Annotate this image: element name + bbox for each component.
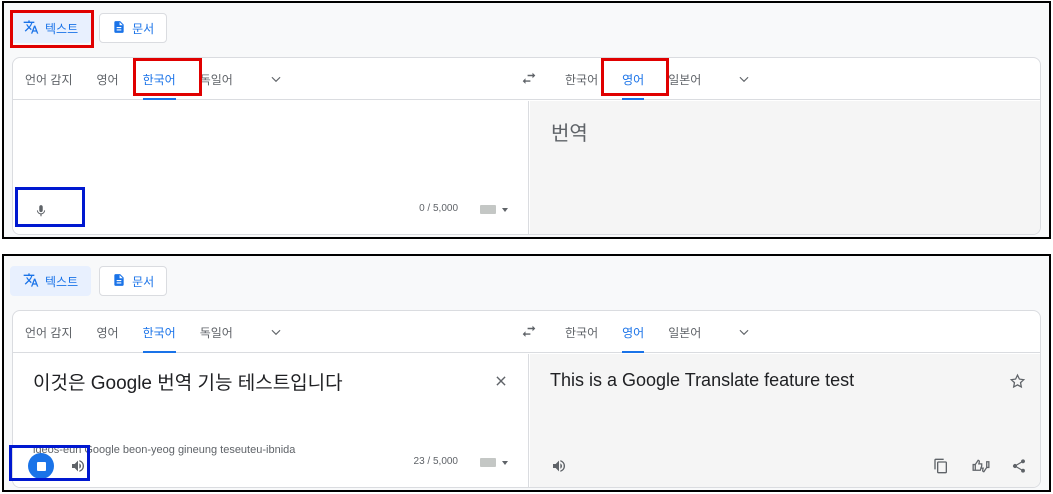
swap-languages-button[interactable] <box>517 322 541 342</box>
source-text-area[interactable]: 0 / 5,000 <box>13 101 529 234</box>
document-mode-button[interactable]: 문서 <box>99 266 168 296</box>
highlight-voice-controls <box>9 445 90 481</box>
document-mode-label: 문서 <box>132 274 155 289</box>
clear-text-button[interactable] <box>486 366 516 396</box>
language-bar: 언어 감지 영어 한국어 독일어 한국어 영어 일본어 <box>13 311 1040 353</box>
source-lang-english[interactable]: 영어 <box>85 58 131 100</box>
source-text[interactable]: 이것은 Google 번역 기능 테스트입니다 <box>33 368 343 395</box>
text-mode-label: 텍스트 <box>45 274 79 289</box>
document-mode-button[interactable]: 문서 <box>99 13 168 43</box>
source-more-languages-button[interactable] <box>261 58 291 100</box>
source-text-area[interactable]: 이것은 Google 번역 기능 테스트입니다 igeos-eun Google… <box>13 354 529 487</box>
highlight-source-korean <box>133 58 202 96</box>
highlight-target-english <box>601 58 669 96</box>
source-lang-korean[interactable]: 한국어 <box>131 311 188 353</box>
swap-icon <box>522 72 536 84</box>
target-lang-korean[interactable]: 한국어 <box>553 311 610 353</box>
save-translation-button[interactable] <box>1002 366 1032 396</box>
input-tools-button[interactable] <box>480 458 508 467</box>
share-translation-button[interactable] <box>1004 451 1034 481</box>
target-more-languages-button[interactable] <box>729 58 759 100</box>
keyboard-icon <box>480 205 496 214</box>
translate-panel-empty: 텍스트 문서 언어 감지 영어 한국어 독일어 한국어 영어 일본어 0 / 5… <box>2 1 1051 239</box>
document-icon <box>112 19 126 38</box>
input-tools-button[interactable] <box>480 205 508 214</box>
chevron-down-icon <box>739 76 749 83</box>
translate-icon <box>23 272 39 291</box>
chevron-down-icon <box>271 329 281 336</box>
copy-icon <box>934 458 947 474</box>
listen-translation-button[interactable] <box>544 451 574 481</box>
swap-languages-button[interactable] <box>517 69 541 89</box>
caret-down-icon <box>502 460 508 465</box>
swap-icon <box>522 325 536 337</box>
caret-down-icon <box>502 207 508 212</box>
translation-text: This is a Google Translate feature test <box>550 370 855 390</box>
source-more-languages-button[interactable] <box>261 311 291 353</box>
chevron-down-icon <box>739 329 749 336</box>
source-lang-german[interactable]: 독일어 <box>188 311 245 353</box>
rate-translation-button[interactable] <box>966 451 996 481</box>
target-lang-english[interactable]: 영어 <box>610 311 656 353</box>
close-icon <box>496 376 506 386</box>
keyboard-icon <box>480 458 496 467</box>
translation-placeholder: 번역 <box>551 123 588 145</box>
thumbs-icon <box>972 459 990 473</box>
translation-output-area: This is a Google Translate feature test <box>530 354 1040 487</box>
document-mode-label: 문서 <box>132 21 155 36</box>
speaker-icon <box>553 460 566 472</box>
translate-card: 언어 감지 영어 한국어 독일어 한국어 영어 일본어 이것은 Google 번… <box>12 310 1041 488</box>
highlight-text-mode <box>10 10 94 48</box>
share-icon <box>1012 459 1025 473</box>
character-count: 23 / 5,000 <box>413 456 458 467</box>
star-icon <box>1009 373 1025 388</box>
translate-panel-filled: 텍스트 문서 언어 감지 영어 한국어 독일어 한국어 영어 일본어 이것은 G… <box>2 254 1051 492</box>
translation-output-area: 번역 <box>530 101 1040 234</box>
source-lang-english[interactable]: 영어 <box>85 311 131 353</box>
target-language-tabs: 한국어 영어 일본어 <box>553 311 759 353</box>
target-more-languages-button[interactable] <box>729 311 759 353</box>
source-lang-detect[interactable]: 언어 감지 <box>13 58 85 100</box>
mode-tabs: 텍스트 문서 <box>10 266 168 296</box>
chevron-down-icon <box>271 76 281 83</box>
text-mode-button[interactable]: 텍스트 <box>10 266 92 296</box>
character-count: 0 / 5,000 <box>419 203 458 214</box>
copy-translation-button[interactable] <box>926 451 956 481</box>
highlight-voice-input <box>15 187 85 227</box>
source-lang-detect[interactable]: 언어 감지 <box>13 311 85 353</box>
source-language-tabs: 언어 감지 영어 한국어 독일어 <box>13 311 291 353</box>
target-lang-japanese[interactable]: 일본어 <box>656 311 713 353</box>
document-icon <box>112 272 126 291</box>
